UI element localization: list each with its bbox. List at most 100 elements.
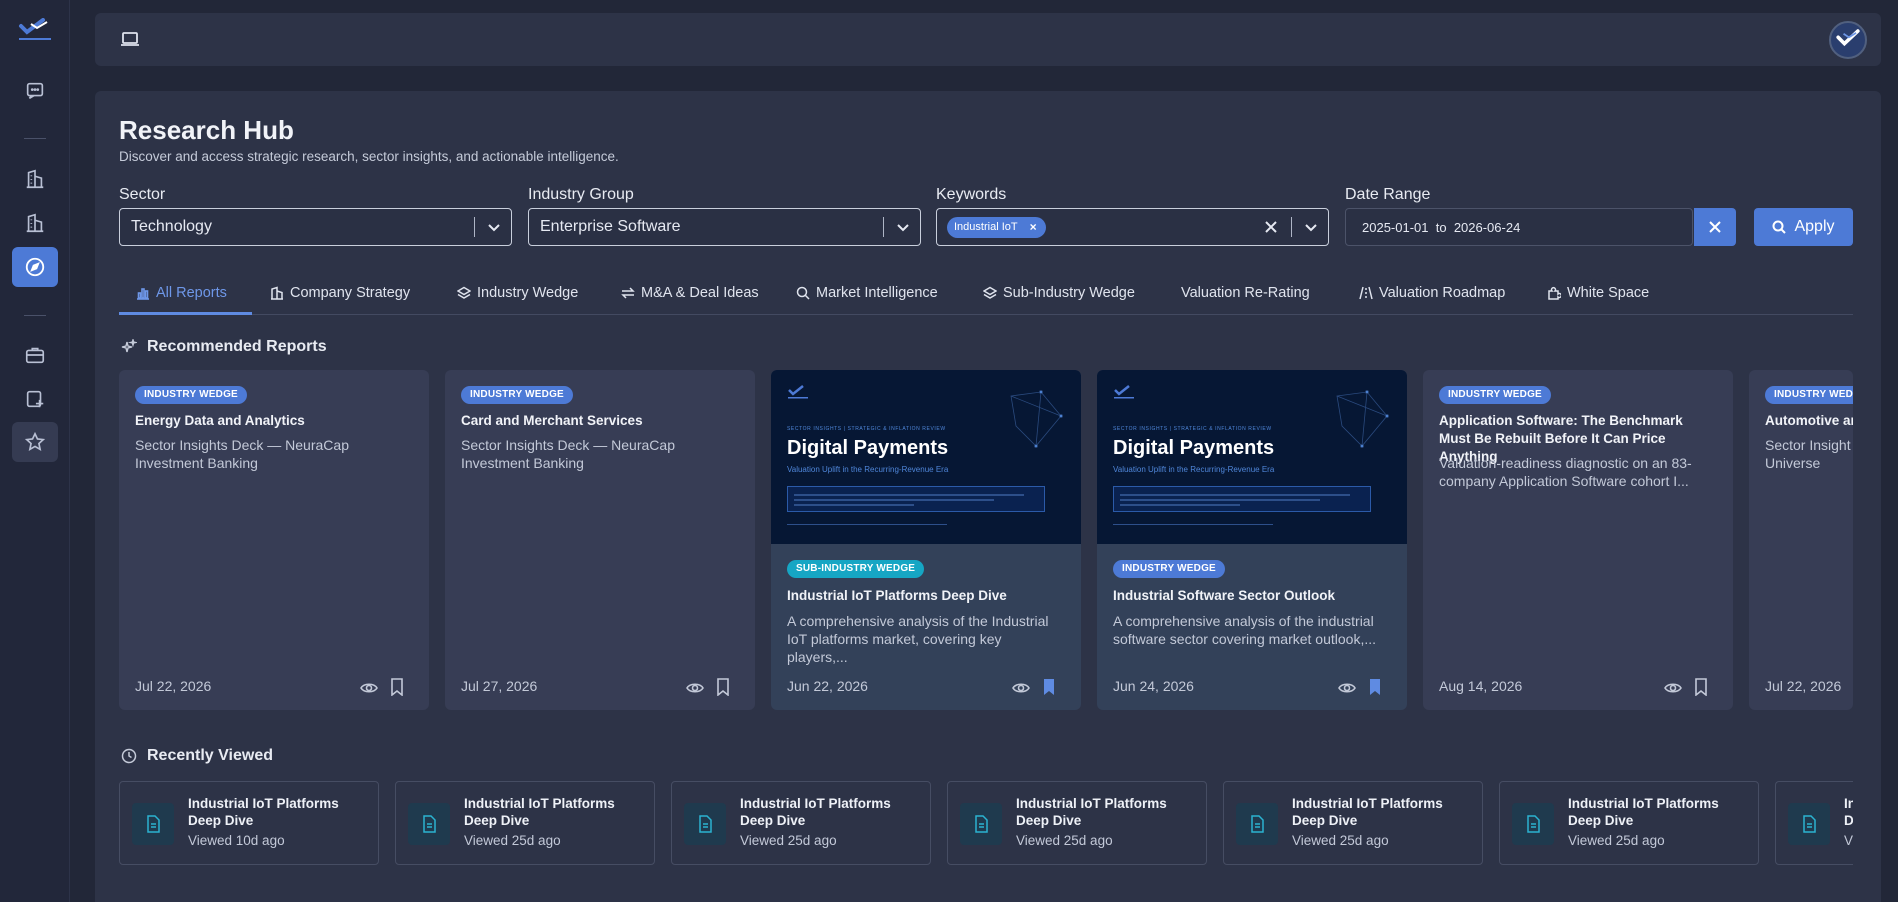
report-card[interactable]: INDUSTRY WEDGE Card and Merchant Service…	[445, 370, 755, 710]
report-card[interactable]: INDUSTRY WEDGE Energy Data and Analytics…	[119, 370, 429, 710]
clear-icon[interactable]	[1263, 219, 1279, 235]
industries-nav-button[interactable]	[12, 203, 58, 243]
card-date: Jul 22, 2026	[135, 678, 212, 694]
add-report-nav-button[interactable]	[12, 379, 58, 419]
tab-label: White Space	[1567, 285, 1650, 301]
building-icon	[26, 169, 44, 189]
eye-icon[interactable]	[1012, 680, 1030, 696]
sector-select[interactable]: Technology	[119, 208, 512, 246]
recent-item-title: Industrial IoT Platforms Deep Dive	[1016, 796, 1167, 828]
card-date: Jul 22, 2026	[1765, 678, 1842, 694]
bookmark-icon[interactable]	[390, 678, 404, 696]
recent-item[interactable]: Industrial IoT Platforms Deep Dive Viewe…	[395, 781, 655, 865]
companies-nav-button[interactable]	[12, 159, 58, 199]
apply-button[interactable]: Apply	[1754, 208, 1853, 246]
briefcase-icon	[25, 347, 45, 364]
section-title: Recently Viewed	[147, 747, 273, 764]
sparkle-icon	[121, 339, 137, 353]
tab-sub-industry-wedge[interactable]: Sub-Industry Wedge	[983, 278, 1135, 308]
card-title: Industrial IoT Platforms Deep Dive	[787, 588, 1007, 603]
chevron-down-icon[interactable]	[486, 219, 502, 235]
bookmark-filled-icon[interactable]	[1042, 678, 1056, 696]
tab-valuation-rerating[interactable]: Valuation Re-Rating	[1181, 278, 1310, 308]
recommended-heading: Recommended Reports	[121, 338, 327, 356]
document-icon	[132, 803, 174, 845]
bookmark-icon[interactable]	[1694, 678, 1708, 696]
industry-group-select[interactable]: Enterprise Software	[528, 208, 921, 246]
cover-kicker: SECTOR INSIGHTS | STRATEGIC & INFLATION …	[787, 426, 946, 432]
date-range-label: Date Range	[1345, 186, 1431, 203]
tab-label: Market Intelligence	[816, 285, 938, 301]
page-title: Research Hub	[119, 115, 294, 145]
tab-market-intelligence[interactable]: Market Intelligence	[796, 278, 938, 308]
add-document-icon	[26, 390, 44, 408]
eye-icon[interactable]	[686, 680, 704, 696]
tab-label: Valuation Roadmap	[1379, 285, 1506, 301]
chevron-down-icon[interactable]	[1303, 219, 1319, 235]
tab-ma-deal-ideas[interactable]: M&A & Deal Ideas	[621, 278, 759, 308]
document-icon	[1236, 803, 1278, 845]
apply-label: Apply	[1794, 218, 1835, 235]
tab-valuation-roadmap[interactable]: Valuation Roadmap	[1359, 278, 1505, 308]
report-card[interactable]: INDUSTRY WEDGE Application Software: The…	[1423, 370, 1733, 710]
recent-item[interactable]: Industrial IoT Platforms Deep Dive Viewe…	[1223, 781, 1483, 865]
chevron-down-icon[interactable]	[895, 219, 911, 235]
eye-icon[interactable]	[360, 680, 378, 696]
tab-all-reports[interactable]: All Reports	[136, 278, 227, 308]
user-avatar[interactable]	[1829, 21, 1867, 59]
favorites-nav-button[interactable]	[12, 422, 58, 462]
card-description: Sector Insights Deck — NeuraCap Investme…	[461, 437, 675, 471]
date-separator: to	[1435, 220, 1447, 235]
sidebar	[0, 0, 70, 902]
eye-icon[interactable]	[1664, 680, 1682, 696]
clear-date-button[interactable]	[1694, 208, 1736, 246]
category-badge: INDUSTRY WEDGE	[135, 386, 247, 404]
cover-thesis-box	[787, 486, 1045, 512]
recent-item-title: Industrial IoT Platforms Deep Dive	[1292, 796, 1443, 828]
tab-label: M&A & Deal Ideas	[641, 285, 759, 301]
search-icon	[796, 286, 810, 300]
keyword-chip[interactable]: Industrial IoT ×	[947, 217, 1046, 238]
date-range-input[interactable]: 2025-01-01 to 2026-06-24	[1345, 208, 1693, 246]
research-hub-nav-button[interactable]	[12, 247, 58, 287]
laptop-icon[interactable]	[119, 29, 141, 49]
report-card[interactable]: SECTOR INSIGHTS | STRATEGIC & INFLATION …	[771, 370, 1081, 710]
recent-item[interactable]: Industrial IoT Platforms Deep Dive Viewe…	[1499, 781, 1759, 865]
brand-logo[interactable]	[17, 18, 53, 44]
category-badge: INDUSTRY WEDGE	[461, 386, 573, 404]
road-icon	[1359, 286, 1373, 300]
select-separator	[1291, 217, 1292, 237]
sidebar-divider	[24, 138, 46, 139]
card-description: A comprehensive analysis of the industri…	[1113, 613, 1376, 647]
page-subtitle: Discover and access strategic research, …	[119, 149, 619, 164]
report-card[interactable]: INDUSTRY WEDGE Automotive an Sector Insi…	[1749, 370, 1853, 710]
tab-industry-wedge[interactable]: Industry Wedge	[457, 278, 578, 308]
remove-chip-icon[interactable]: ×	[1030, 217, 1037, 238]
report-card[interactable]: SECTOR INSIGHTS | STRATEGIC & INFLATION …	[1097, 370, 1407, 710]
bookmark-filled-icon[interactable]	[1368, 678, 1382, 696]
recent-item[interactable]: Industrial IoT Platforms Deep Dive Viewe…	[671, 781, 931, 865]
recent-item[interactable]: Industrial IoT Platforms Deep Dive Viewe…	[947, 781, 1207, 865]
bookmark-icon[interactable]	[716, 678, 730, 696]
recent-item[interactable]: Industrial IoT Platforms Deep Dive Viewe…	[119, 781, 379, 865]
building-icon	[26, 213, 44, 233]
document-icon	[1512, 803, 1554, 845]
deals-nav-button[interactable]	[12, 335, 58, 375]
document-icon	[408, 803, 450, 845]
card-description: A comprehensive analysis of the Industri…	[787, 613, 1049, 665]
cover-thesis-box	[1113, 486, 1371, 512]
tab-white-space[interactable]: White Space	[1547, 278, 1649, 308]
keywords-select[interactable]: Industrial IoT ×	[936, 208, 1329, 246]
tab-company-strategy[interactable]: Company Strategy	[270, 278, 410, 308]
tab-label: Industry Wedge	[477, 285, 579, 301]
chat-nav-button[interactable]	[12, 71, 58, 111]
recent-item-time: V	[1844, 833, 1853, 848]
recent-item[interactable]: In D V	[1775, 781, 1853, 865]
eye-icon[interactable]	[1338, 680, 1356, 696]
layers-icon	[983, 286, 997, 299]
card-description: Valuation-readiness diagnostic on an 83-…	[1439, 455, 1692, 489]
recent-item-time: Viewed 10d ago	[188, 833, 285, 848]
sector-value: Technology	[131, 218, 212, 235]
document-icon	[1788, 803, 1830, 845]
recent-item-title: Industrial IoT Platforms Deep Dive	[740, 796, 891, 828]
